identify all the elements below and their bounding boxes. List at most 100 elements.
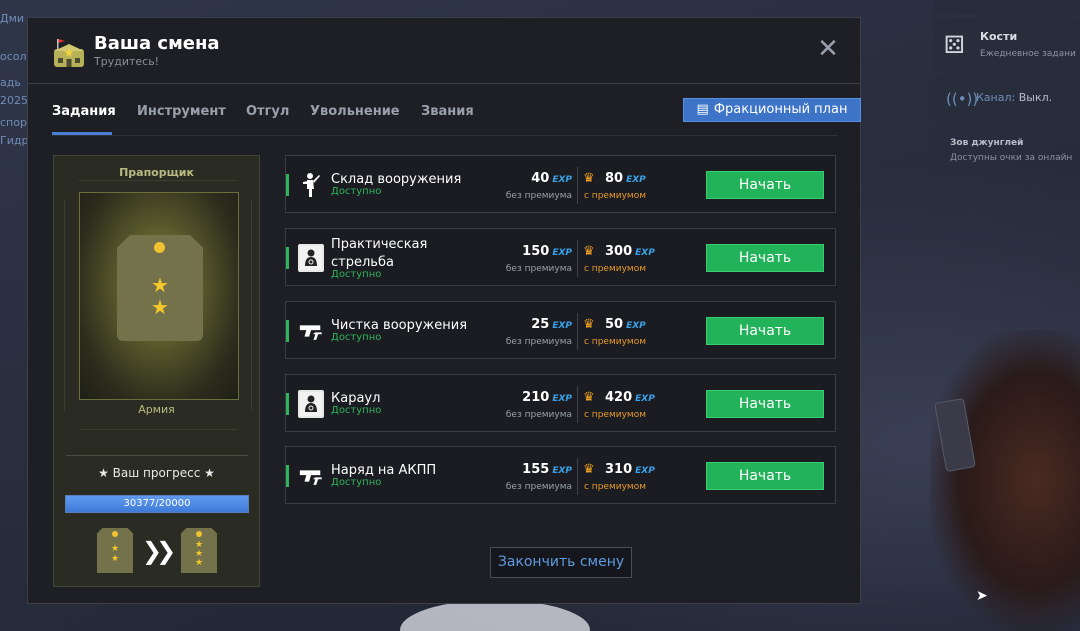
star-icon: ★ xyxy=(194,558,204,568)
base-exp-note: без премиума xyxy=(505,191,572,201)
tab-bar: Задания Инструмент Отгул Увольнение Зван… xyxy=(52,84,861,136)
exp-tag: EXP xyxy=(552,466,572,476)
next-rank-epaulette-icon: ★ ★ ★ xyxy=(181,528,217,573)
premium-exp-value: 50 xyxy=(605,317,624,332)
base-exp-value: 40 xyxy=(531,171,550,186)
exp-tag: EXP xyxy=(552,394,572,404)
tab-tasks[interactable]: Задания xyxy=(52,104,116,119)
bg-card xyxy=(934,0,1080,14)
progress-label: ★ Ваш прогресс ★ xyxy=(98,466,215,480)
rank-art: ★ ★ xyxy=(79,192,239,400)
premium-exp: 80 EXP xyxy=(605,171,646,186)
epaulette-button xyxy=(154,242,165,253)
epaulette-button xyxy=(196,531,202,537)
premium-exp-note: с премиумом xyxy=(584,337,646,347)
channel-label-text: Канал: xyxy=(976,91,1016,104)
premium-exp-value: 420 xyxy=(605,390,633,405)
bg-text-line: осол xyxy=(0,50,27,63)
premium-exp-value: 310 xyxy=(605,462,633,477)
tab-instrument[interactable]: Инструмент xyxy=(137,104,226,119)
crown-icon: ♛ xyxy=(583,244,595,259)
progress-text: 30377/20000 xyxy=(123,498,191,509)
rank-branch: Армия xyxy=(138,403,175,416)
base-exp-note: без премиума xyxy=(505,264,572,274)
base-exp: 210 EXP xyxy=(486,390,572,405)
finish-shift-button[interactable]: Закончить смену xyxy=(490,547,632,578)
start-task-button[interactable]: Начать xyxy=(706,171,824,199)
premium-exp-value: 80 xyxy=(605,171,624,186)
base-exp: 40 EXP xyxy=(486,171,572,186)
tab-day-off[interactable]: Отгул xyxy=(246,104,289,119)
bg-text-line: 2025 xyxy=(0,94,28,107)
background-character xyxy=(930,330,1080,631)
exp-tag: EXP xyxy=(626,175,646,185)
close-icon[interactable]: ✕ xyxy=(816,36,840,62)
base-exp-note: без премиума xyxy=(505,410,572,420)
target-icon xyxy=(298,244,324,272)
task-row: Чистка вооружения Доступно 25 EXP без пре… xyxy=(285,301,836,359)
modal-header: Ваша смена Трудитесь! ✕ xyxy=(28,18,860,84)
star-icon: ★ xyxy=(110,554,120,564)
star-icon: ★ xyxy=(151,273,169,297)
base-exp: 150 EXP xyxy=(486,244,572,259)
epaulette-button xyxy=(112,531,118,537)
tab-dismissal[interactable]: Увольнение xyxy=(310,104,400,119)
task-name: Практическая стрельба xyxy=(331,237,428,270)
task-status: Доступно xyxy=(331,405,382,416)
exp-tag: EXP xyxy=(552,248,572,258)
premium-exp: 50 EXP xyxy=(605,317,646,332)
base-exp-value: 210 xyxy=(522,390,550,405)
headquarters-icon xyxy=(54,39,84,67)
premium-exp-note: с премиумом xyxy=(584,410,646,420)
bg-text-line: Дми xyxy=(0,12,25,25)
task-row: Караул Доступно 210 EXP без премиума ♛ 42… xyxy=(285,374,836,432)
exp-tag: EXP xyxy=(552,175,572,185)
premium-exp-value: 300 xyxy=(605,244,633,259)
rank-name: Прапорщик xyxy=(119,166,194,179)
start-task-button[interactable]: Начать xyxy=(706,390,824,418)
star-icon: ★ xyxy=(110,544,120,554)
exp-tag: EXP xyxy=(626,321,646,331)
start-task-button[interactable]: Начать xyxy=(706,462,824,490)
tab-ranks[interactable]: Звания xyxy=(421,104,474,119)
task-status: Доступно xyxy=(331,269,382,280)
premium-exp-note: с премиумом xyxy=(584,191,646,201)
task-status: Доступно xyxy=(331,477,382,488)
jungle-title: Зов джунглей xyxy=(950,138,1024,148)
pistol-icon xyxy=(298,462,324,490)
current-rank-epaulette-icon: ★ ★ xyxy=(97,528,133,573)
active-tab-indicator xyxy=(52,132,112,135)
task-row: Практическая стрельба Доступно 150 EXP бе… xyxy=(285,228,836,286)
channel-card[interactable]: ((•)) Канал: Выкл. xyxy=(934,76,1080,122)
premium-exp: 310 EXP xyxy=(605,462,655,477)
background-chat-text: Дми осол адь 2025 спор Гидр xyxy=(0,10,30,150)
bg-text-line: спор xyxy=(0,116,27,129)
exp-separator xyxy=(577,240,578,277)
base-exp-note: без премиума xyxy=(505,337,572,347)
status-marker xyxy=(286,393,289,415)
dice-title: Кости xyxy=(980,30,1018,43)
exp-tag: EXP xyxy=(635,394,655,404)
status-marker xyxy=(286,247,289,269)
premium-exp: 300 EXP xyxy=(605,244,655,259)
start-task-button[interactable]: Начать xyxy=(706,244,824,272)
premium-exp: 420 EXP xyxy=(605,390,655,405)
exp-separator xyxy=(577,458,578,495)
mouse-cursor-icon: ➤ xyxy=(976,588,988,604)
exp-tag: EXP xyxy=(635,466,655,476)
pistol-icon xyxy=(298,317,324,345)
dice-icon: ⚄ xyxy=(944,31,965,59)
premium-exp-note: с премиумом xyxy=(584,482,646,492)
crown-icon: ♛ xyxy=(583,462,595,477)
status-marker xyxy=(286,465,289,487)
faction-plan-button[interactable]: ▤ Фракционный план xyxy=(683,98,861,122)
radio-icon: ((•)) xyxy=(946,90,979,108)
jungle-card[interactable]: Зов джунглей Доступны очки за онлайн xyxy=(934,126,1080,176)
start-task-button[interactable]: Начать xyxy=(706,317,824,345)
progress-bar: 30377/20000 xyxy=(65,495,249,513)
task-row: Наряд на АКПП Доступно 155 EXP без премиу… xyxy=(285,446,836,504)
dice-card[interactable]: ⚄ Кости Ежедневное задани xyxy=(934,18,1080,72)
premium-exp-note: с премиумом xyxy=(584,264,646,274)
crown-icon: ♛ xyxy=(583,171,595,186)
base-exp-note: без премиума xyxy=(505,482,572,492)
